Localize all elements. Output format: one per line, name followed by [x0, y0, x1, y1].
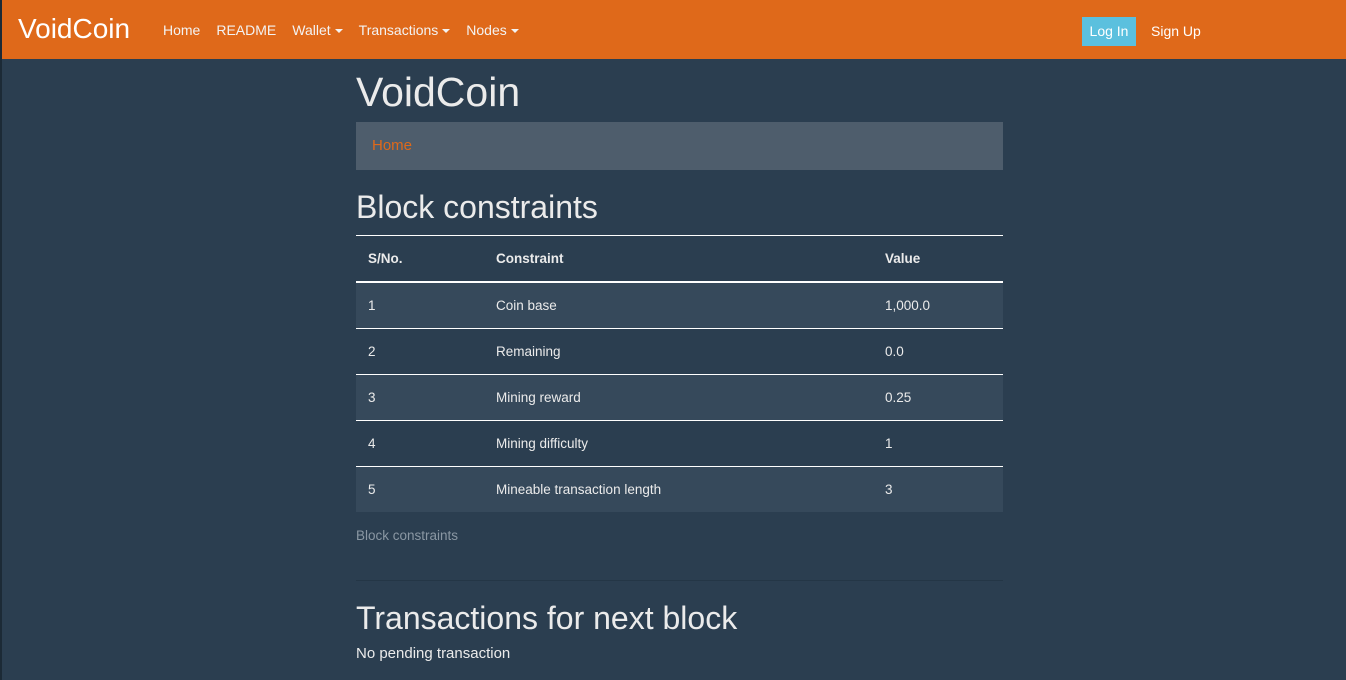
login-button[interactable]: Log In — [1082, 17, 1136, 46]
main-content: VoidCoin Home Block constraints S/No. Co… — [356, 59, 1003, 664]
nav-readme-label: README — [216, 22, 277, 38]
caret-down-icon — [442, 28, 451, 33]
cell-value: 1,000.0 — [873, 282, 1003, 329]
block-constraints-heading: Block constraints — [356, 189, 598, 225]
transactions-heading: Transactions for next block — [356, 600, 738, 636]
breadcrumb-home-link[interactable]: Home — [372, 137, 412, 154]
cell-sno: 3 — [356, 374, 484, 421]
column-header-sno: S/No. — [356, 235, 484, 283]
nav-nodes-dropdown[interactable]: Nodes — [458, 20, 526, 40]
page-title: VoidCoin — [356, 69, 521, 115]
table-row: 3 Mining reward 0.25 — [356, 374, 1003, 421]
section-divider — [356, 580, 1003, 581]
top-navbar: VoidCoin Home README Wallet Transactions… — [2, 0, 1346, 59]
nav-nodes-label: Nodes — [466, 22, 507, 38]
cell-sno: 4 — [356, 420, 484, 467]
cell-constraint: Remaining — [484, 328, 873, 375]
window-edge — [0, 0, 2, 680]
cell-constraint: Mining reward — [484, 374, 873, 421]
table-row: 5 Mineable transaction length 3 — [356, 466, 1003, 512]
table-row: 1 Coin base 1,000.0 — [356, 282, 1003, 329]
nav-wallet-dropdown[interactable]: Wallet — [284, 20, 350, 40]
nav-wallet-label: Wallet — [292, 22, 331, 38]
table-row: 4 Mining difficulty 1 — [356, 420, 1003, 467]
no-pending-transaction-message: No pending transaction — [356, 645, 511, 662]
cell-sno: 1 — [356, 282, 484, 329]
nav-links: Home README Wallet Transactions Nodes — [155, 20, 527, 40]
cell-value: 1 — [873, 420, 1003, 467]
cell-constraint: Mineable transaction length — [484, 466, 873, 512]
cell-value: 0.0 — [873, 328, 1003, 375]
nav-home[interactable]: Home — [155, 20, 208, 40]
table-row: 2 Remaining 0.0 — [356, 328, 1003, 375]
table-header-row: S/No. Constraint Value — [356, 235, 1003, 283]
signup-link[interactable]: Sign Up — [1151, 21, 1201, 41]
cell-constraint: Coin base — [484, 282, 873, 329]
nav-transactions-label: Transactions — [358, 22, 439, 38]
cell-value: 3 — [873, 466, 1003, 512]
nav-readme[interactable]: README — [208, 20, 284, 40]
column-header-value: Value — [873, 235, 1003, 283]
caret-down-icon — [334, 28, 343, 33]
cell-constraint: Mining difficulty — [484, 420, 873, 467]
caret-down-icon — [510, 28, 519, 33]
brand-logo[interactable]: VoidCoin — [18, 10, 130, 48]
cell-value: 0.25 — [873, 374, 1003, 421]
breadcrumb: Home — [356, 122, 1003, 170]
nav-home-label: Home — [163, 22, 201, 38]
nav-transactions-dropdown[interactable]: Transactions — [351, 20, 459, 40]
cell-sno: 5 — [356, 466, 484, 512]
block-constraints-table: S/No. Constraint Value 1 Coin base 1,000… — [356, 235, 1003, 512]
table-caption: Block constraints — [356, 528, 459, 543]
cell-sno: 2 — [356, 328, 484, 375]
column-header-constraint: Constraint — [484, 235, 873, 283]
